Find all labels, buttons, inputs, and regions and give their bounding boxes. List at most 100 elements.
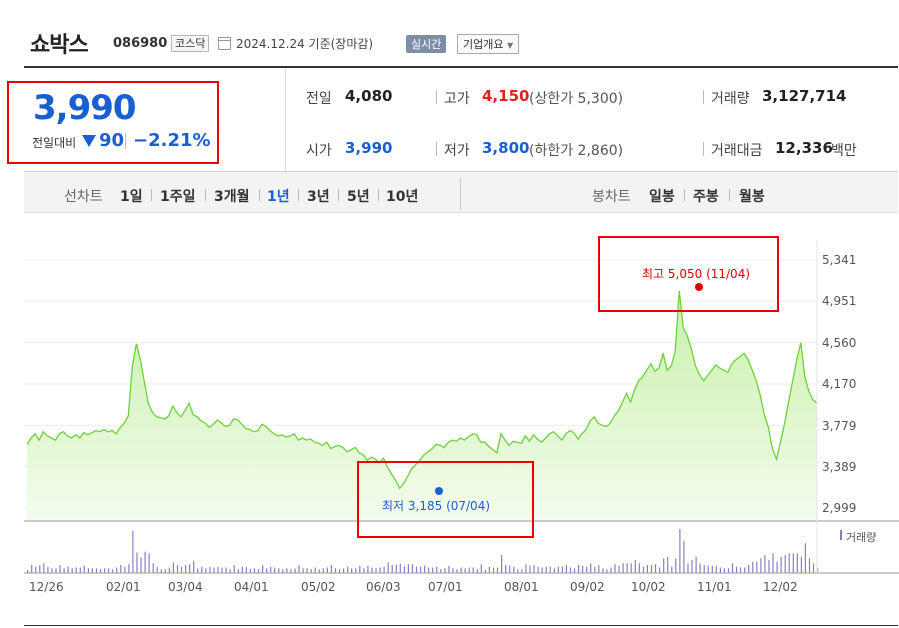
volume-bar [31, 565, 33, 573]
volume-bar [39, 565, 41, 573]
volume-bar [557, 566, 559, 573]
volume-bar [780, 556, 782, 573]
volume-bar [594, 566, 596, 573]
volume-bar [691, 560, 693, 573]
volume-bar [87, 568, 89, 573]
volume-bar [703, 565, 705, 573]
y-tick-label: 4,560 [822, 336, 857, 350]
volume-bar [298, 565, 300, 573]
volume-bar [699, 563, 701, 573]
y-tick-label: 3,779 [822, 419, 857, 433]
high-marker [695, 283, 703, 291]
volume-bar [618, 565, 620, 573]
volume-bar [800, 556, 802, 573]
volume-bar [351, 568, 353, 573]
volume-bar [659, 567, 661, 573]
volume-bar [476, 569, 478, 573]
volume-bar [334, 568, 337, 573]
volume-bar [590, 563, 592, 573]
volume-bar [492, 567, 495, 573]
volume-bar [679, 529, 681, 573]
x-tick-label: 04/01 [234, 580, 269, 594]
volume-bar [67, 566, 69, 573]
volume-bar [326, 567, 328, 573]
volume-bar [727, 568, 730, 573]
volume-bar [99, 569, 102, 573]
x-tick-label: 03/04 [168, 580, 203, 594]
volume-bar [270, 566, 272, 573]
volume-bar [565, 565, 567, 573]
volume-bar [180, 566, 183, 573]
volume-bar [598, 565, 600, 573]
volume-bar [744, 567, 746, 573]
volume-bar [108, 568, 110, 573]
volume-bar [650, 565, 653, 573]
volume-bar [573, 568, 576, 573]
y-tick-label: 3,389 [822, 460, 857, 474]
volume-bar [468, 567, 470, 573]
x-tick-label: 11/01 [697, 580, 732, 594]
volume-bar [533, 565, 535, 573]
volume-bar [525, 564, 527, 573]
volume-bar [136, 552, 138, 573]
volume-bar [282, 569, 284, 573]
volume-bar [772, 553, 774, 573]
volume-bar [359, 565, 361, 573]
volume-bar [480, 564, 482, 573]
volume-bar [233, 565, 235, 573]
x-tick-label: 06/03 [366, 580, 401, 594]
low-marker [435, 487, 443, 495]
volume-bar [302, 568, 304, 573]
volume-bar [322, 568, 324, 573]
volume-bar [217, 566, 219, 573]
y-tick-label: 4,951 [822, 294, 857, 308]
volume-bar [630, 563, 632, 573]
volume-bar [505, 565, 507, 573]
volume-bar [338, 569, 341, 573]
volume-bar [545, 566, 547, 573]
volume-bar [675, 558, 677, 573]
volume-bar [205, 568, 207, 573]
volume-bar [387, 562, 389, 573]
volume-bar [148, 553, 150, 573]
volume-bar [663, 558, 665, 573]
volume-bar [399, 563, 401, 574]
volume-bar [407, 564, 409, 573]
volume-bar [330, 565, 332, 573]
volume-bar [740, 567, 742, 573]
volume-bar [176, 565, 179, 573]
volume-bar [606, 569, 608, 573]
volume-bar [306, 568, 308, 573]
volume-bar [355, 568, 357, 573]
volume-bar [51, 568, 53, 573]
volume-bar [193, 560, 195, 573]
volume-bar [460, 567, 462, 573]
y-tick-label: 4,170 [822, 377, 857, 391]
volume-bar [549, 566, 551, 573]
volume-bar [707, 565, 709, 573]
y-tick-label: 2,999 [822, 501, 857, 515]
volume-bar [262, 565, 264, 573]
volume-bar [638, 563, 640, 573]
volume-bar [185, 565, 187, 573]
volume-bar [448, 565, 450, 573]
volume-bar [189, 564, 191, 573]
volume-bar [47, 566, 49, 573]
volume-bar [294, 568, 296, 573]
volume-bar [488, 566, 490, 573]
volume-legend: 거래량 [846, 531, 877, 544]
volume-bar [164, 569, 166, 573]
volume-bar [683, 540, 685, 573]
bottom-divider [24, 625, 898, 626]
volume-bar [343, 568, 345, 573]
volume-bar [160, 569, 162, 573]
x-tick-label: 09/02 [570, 580, 605, 594]
volume-bar [509, 565, 511, 573]
volume-bar [197, 568, 199, 573]
volume-bar [424, 565, 426, 573]
volume-bar [140, 557, 142, 573]
volume-bar [541, 567, 543, 573]
volume-bar [642, 566, 644, 573]
volume-bar [379, 567, 381, 573]
volume-bar [792, 553, 794, 573]
